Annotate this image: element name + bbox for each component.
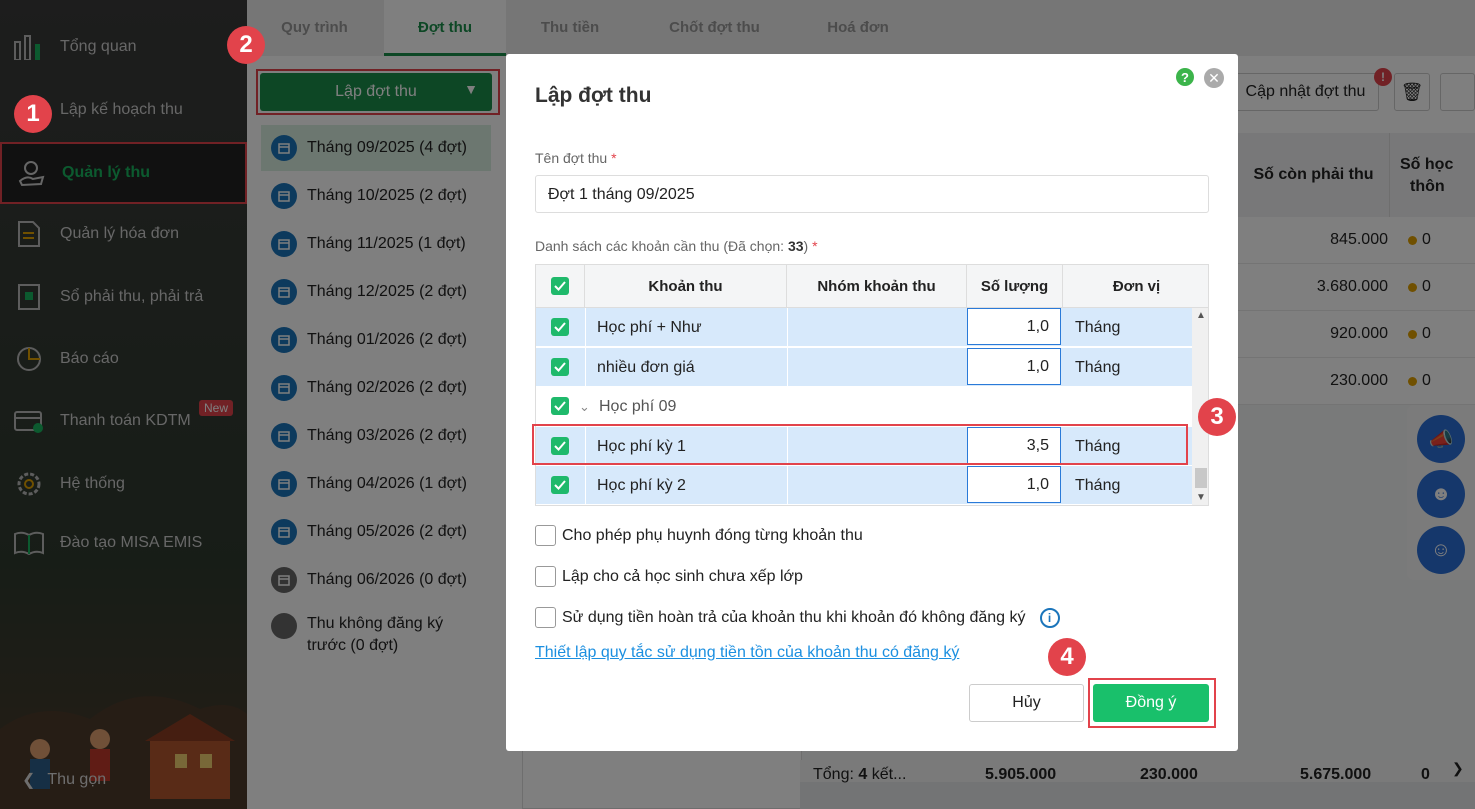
highlight-box [532, 424, 1188, 465]
group-row[interactable]: ⌄ Học phí 09 [536, 387, 1192, 426]
fee-items-table: Khoản thu Nhóm khoản thu Số lượng Đơn vị… [535, 264, 1209, 506]
dialog-title: Lập đợt thu [535, 84, 652, 107]
fee-name: nhiều đơn giá [597, 358, 695, 376]
step-marker-4: 4 [1048, 638, 1086, 676]
quantity-input[interactable]: 1,0 [967, 347, 1061, 385]
list-label: Danh sách các khoản cần thu (Đã chọn: 33… [535, 238, 818, 254]
checkbox[interactable] [551, 357, 569, 376]
option-partial-payment[interactable]: Cho phép phụ huynh đóng từng khoản thu [535, 525, 863, 546]
unit-value: Tháng [1075, 358, 1121, 376]
select-all-checkbox[interactable] [536, 265, 585, 308]
checkbox[interactable] [535, 525, 556, 546]
chevron-down-icon[interactable]: ⌄ [579, 387, 590, 426]
option-refund-usage[interactable]: Sử dụng tiền hoàn trả của khoản thu khi … [535, 607, 1060, 628]
group-label: Học phí 09 [599, 398, 677, 415]
balance-rule-link[interactable]: Thiết lập quy tắc sử dụng tiền tồn của k… [535, 644, 959, 662]
checkbox[interactable] [535, 607, 556, 628]
table-header: Khoản thu Nhóm khoản thu Số lượng Đơn vị [536, 265, 1208, 308]
checkbox[interactable] [551, 476, 569, 494]
info-icon[interactable]: i [1039, 607, 1060, 628]
create-period-dialog: Lập đợt thu ? ✕ Tên đợt thu * Đợt 1 thán… [506, 54, 1238, 751]
name-label: Tên đợt thu * [535, 150, 617, 166]
col-quantity: Số lượng [967, 265, 1063, 308]
option-label: Sử dụng tiền hoàn trả của khoản thu khi … [562, 608, 1026, 626]
col-fee-item: Khoản thu [585, 265, 787, 308]
checkbox[interactable] [535, 566, 556, 587]
unit-value: Tháng [1075, 477, 1121, 494]
fee-name: Học phí kỳ 2 [597, 477, 686, 494]
col-unit: Đơn vị [1112, 278, 1161, 295]
close-icon[interactable]: ✕ [1204, 68, 1224, 88]
option-label: Cho phép phụ huynh đóng từng khoản thu [562, 526, 863, 544]
checkbox[interactable] [551, 318, 569, 336]
option-label: Lập cho cả học sinh chưa xếp lớp [562, 567, 803, 585]
help-icon[interactable]: ? [1176, 68, 1194, 86]
table-row[interactable]: Học phí kỳ 2 1,0 Tháng [536, 466, 1192, 505]
step-marker-3: 3 [1198, 398, 1236, 436]
unit-value: Tháng [1075, 319, 1121, 336]
confirm-button[interactable]: Đồng ý [1093, 684, 1209, 722]
checkbox[interactable] [551, 397, 569, 415]
step-marker-1: 1 [14, 95, 52, 133]
option-unassigned-students[interactable]: Lập cho cả học sinh chưa xếp lớp [535, 566, 803, 587]
table-row[interactable]: nhiều đơn giá 1,0 Tháng [536, 347, 1192, 387]
quantity-input[interactable]: 1,0 [967, 308, 1061, 345]
cancel-button[interactable]: Hủy [969, 684, 1084, 722]
quantity-input[interactable]: 1,0 [967, 466, 1061, 503]
table-row[interactable]: Học phí + Như 1,0 Tháng [536, 308, 1192, 347]
fee-name: Học phí + Như [597, 319, 702, 336]
col-fee-group: Nhóm khoản thu [787, 265, 967, 308]
step-marker-2: 2 [227, 26, 265, 64]
period-name-input[interactable]: Đợt 1 tháng 09/2025 [535, 175, 1209, 213]
